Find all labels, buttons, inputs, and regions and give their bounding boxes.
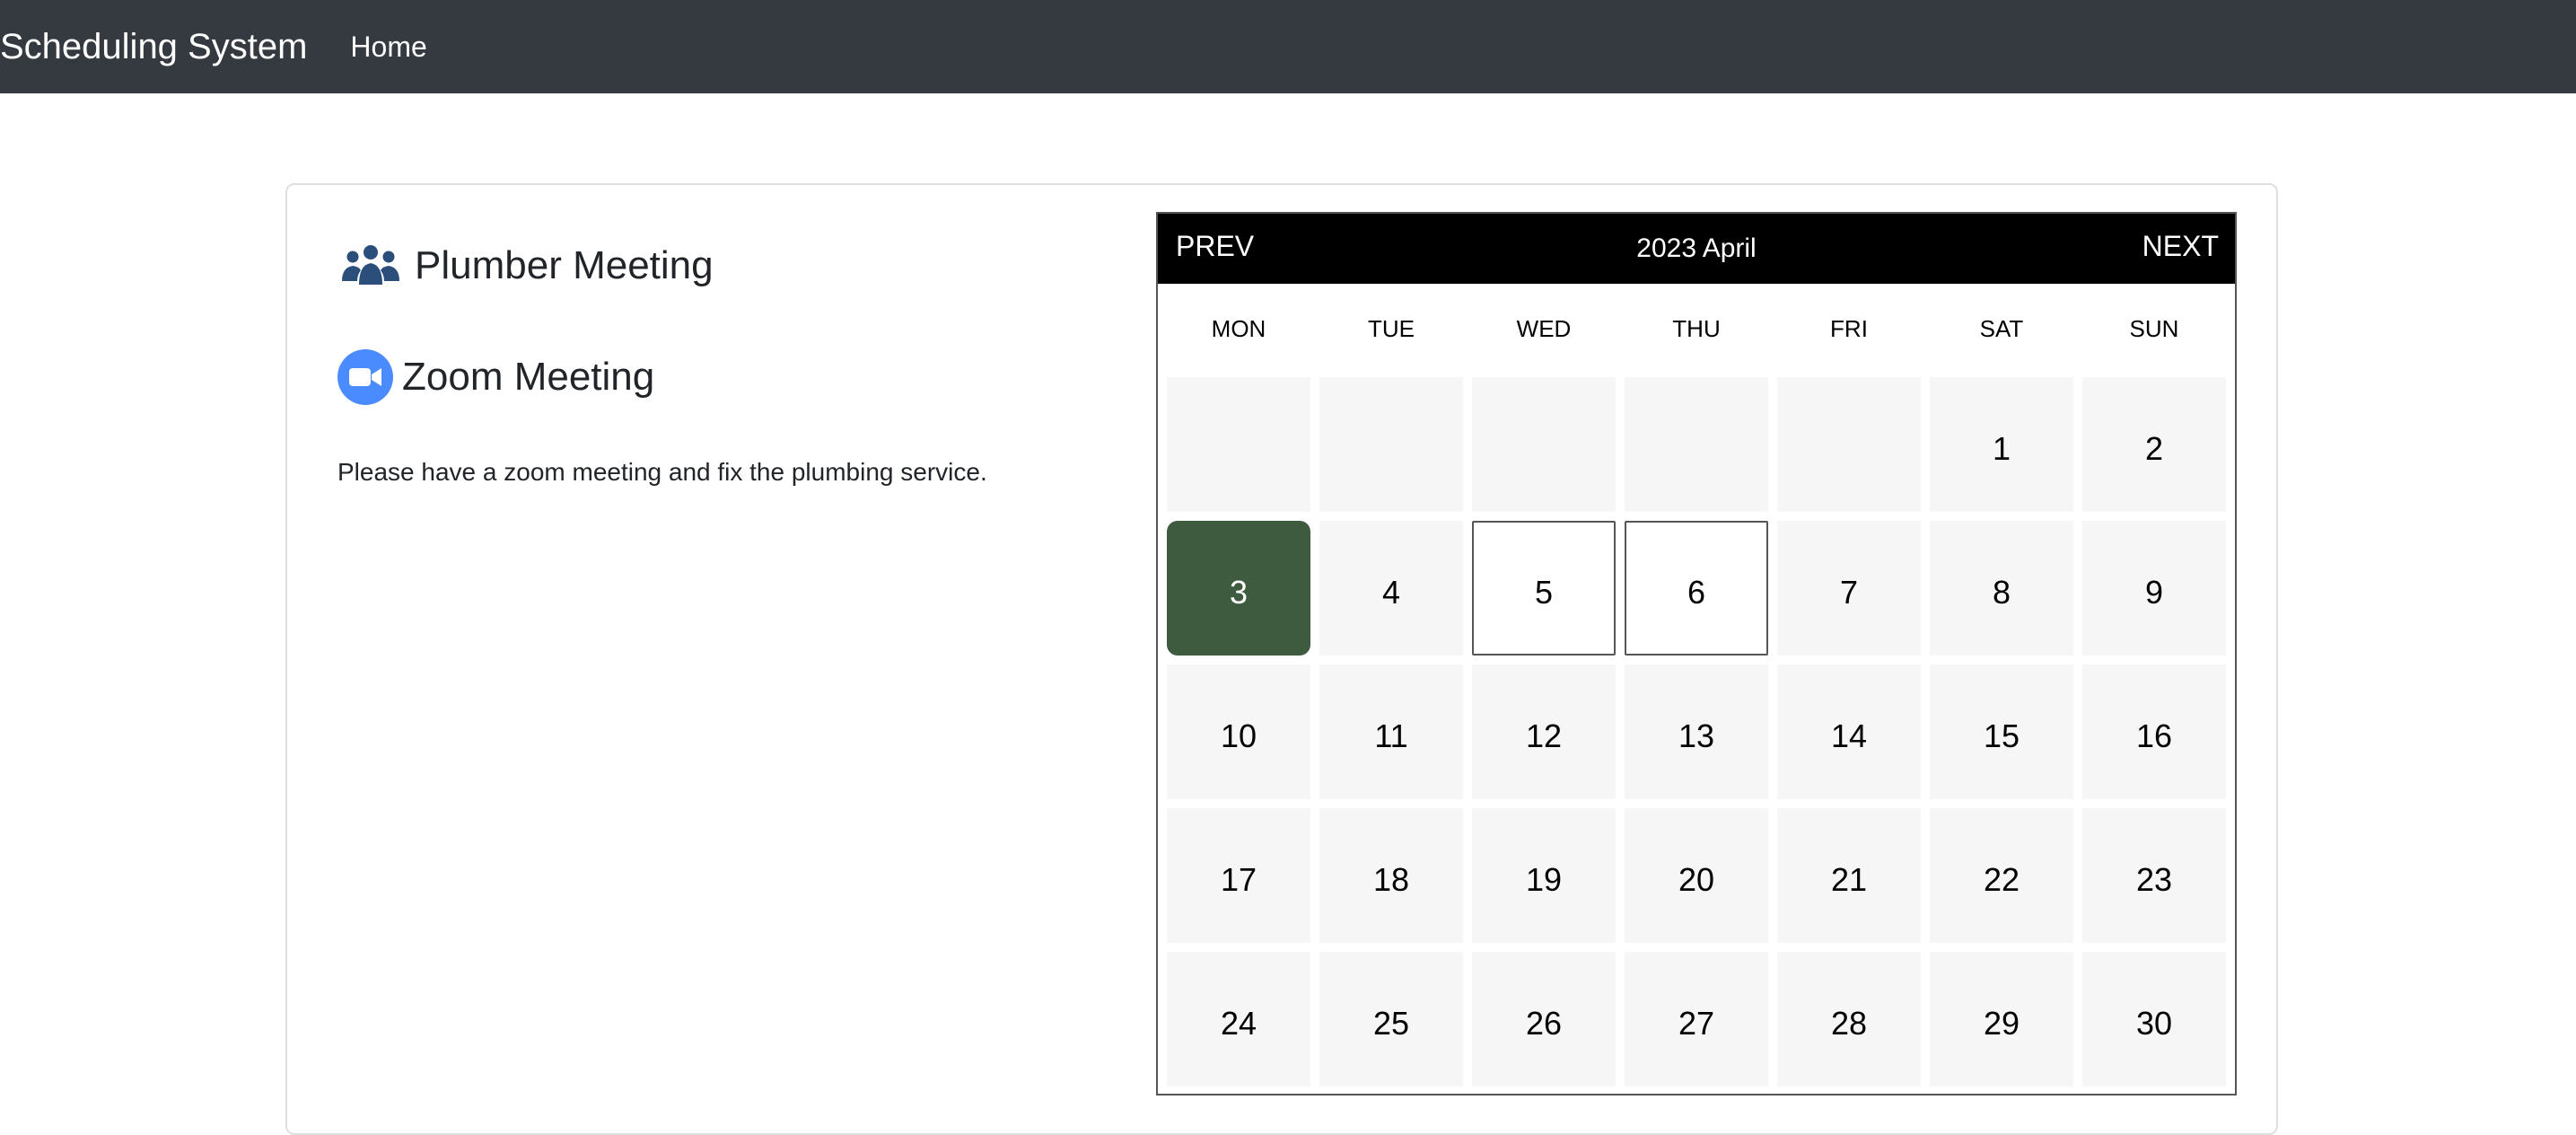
weekday-sat: SAT (1979, 314, 2024, 342)
calendar-empty-cell (1167, 377, 1310, 512)
calendar-day-30[interactable]: 30 (2082, 952, 2226, 1087)
calendar: PREV 2023 April NEXT MON TUE WED THU FRI SAT S… (1156, 212, 2237, 1095)
calendar-day-21[interactable]: 21 (1777, 808, 1921, 943)
calendar-empty-cell (1319, 377, 1463, 512)
calendar-day-12[interactable]: 12 (1472, 664, 1616, 799)
calendar-day-23[interactable]: 23 (2082, 808, 2226, 943)
calendar-day-8[interactable]: 8 (1930, 521, 2073, 655)
calendar-day-4[interactable]: 4 (1319, 521, 1463, 655)
days-grid: 1 2 3 4 5 6 7 8 9 10 11 12 13 14 15 16 17 18 19 20 21 22 23 24 2… (1158, 377, 2235, 1087)
calendar-day-19[interactable]: 19 (1472, 808, 1616, 943)
scheduling-card: Plumber Meeting Zoom Meeting Please have… (285, 183, 2278, 1135)
calendar-empty-cell (1777, 377, 1921, 512)
month-label: 2023 April (1636, 233, 1757, 263)
calendar-day-11[interactable]: 11 (1319, 664, 1463, 799)
people-group-icon (342, 245, 399, 285)
calendar-day-16[interactable]: 16 (2082, 664, 2226, 799)
calendar-empty-cell (1472, 377, 1616, 512)
weekday-tue: TUE (1368, 314, 1415, 342)
nav-link-home[interactable]: Home (350, 31, 426, 64)
calendar-day-13[interactable]: 13 (1625, 664, 1768, 799)
weekday-wed: WED (1516, 314, 1572, 342)
calendar-day-2[interactable]: 2 (2082, 377, 2226, 512)
calendar-day-14[interactable]: 14 (1777, 664, 1921, 799)
calendar-day-28[interactable]: 28 (1777, 952, 1921, 1087)
weekday-mon: MON (1211, 314, 1266, 342)
weekday-fri: FRI (1830, 314, 1868, 342)
navbar: Scheduling System Home (0, 0, 2576, 93)
calendar-day-7[interactable]: 7 (1777, 521, 1921, 655)
weekday-sun: SUN (2129, 314, 2179, 342)
weekday-thu: THU (1672, 314, 1721, 342)
calendar-day-25[interactable]: 25 (1319, 952, 1463, 1087)
calendar-day-20[interactable]: 20 (1625, 808, 1768, 943)
video-camera-icon (337, 349, 393, 405)
calendar-day-15[interactable]: 15 (1930, 664, 2073, 799)
brand-link[interactable]: Scheduling System (0, 27, 307, 67)
prev-month-button[interactable]: PREV (1176, 230, 1254, 263)
calendar-day-10[interactable]: 10 (1167, 664, 1310, 799)
event-title: Plumber Meeting (415, 243, 714, 287)
calendar-day-9[interactable]: 9 (2082, 521, 2226, 655)
calendar-header: PREV 2023 April NEXT (1158, 214, 2235, 284)
next-month-button[interactable]: NEXT (2142, 230, 2219, 263)
location-type: Zoom Meeting (402, 355, 655, 399)
calendar-day-18[interactable]: 18 (1319, 808, 1463, 943)
calendar-day-22[interactable]: 22 (1930, 808, 2073, 943)
calendar-day-26[interactable]: 26 (1472, 952, 1616, 1087)
calendar-empty-cell (1625, 377, 1768, 512)
calendar-day-5[interactable]: 5 (1472, 521, 1616, 655)
calendar-day-17[interactable]: 17 (1167, 808, 1310, 943)
calendar-day-1[interactable]: 1 (1930, 377, 2073, 512)
calendar-day-29[interactable]: 29 (1930, 952, 2073, 1087)
calendar-day-24[interactable]: 24 (1167, 952, 1310, 1087)
calendar-day-3[interactable]: 3 (1167, 521, 1310, 655)
calendar-day-6[interactable]: 6 (1625, 521, 1768, 655)
weekday-row: MON TUE WED THU FRI SAT SUN (1158, 284, 2235, 374)
calendar-day-27[interactable]: 27 (1625, 952, 1768, 1087)
